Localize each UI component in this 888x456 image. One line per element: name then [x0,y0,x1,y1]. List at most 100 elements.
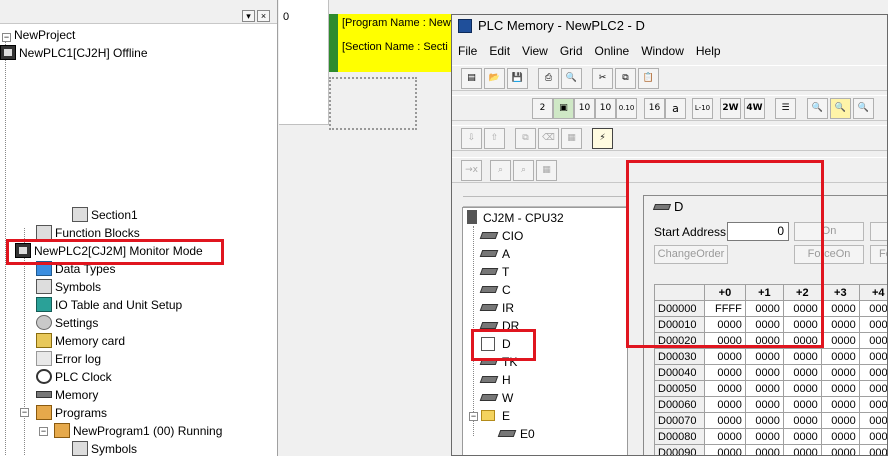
area-a[interactable]: A [479,245,510,263]
format-binary-dec-button[interactable]: ▣ [553,98,574,119]
force-off-button[interactable]: Fo [870,245,887,264]
value-cell[interactable]: 0000 [858,316,887,333]
value-cell[interactable]: 0000 [782,396,822,413]
print-icon[interactable]: ⎙ [538,68,559,89]
list-icon[interactable]: ☰ [775,98,796,119]
format-text-button[interactable]: a [665,98,686,119]
format-4word-button[interactable]: 4W [744,98,765,119]
value-cell[interactable]: 0000 [704,348,746,365]
zoom-out-icon[interactable]: 🔍 [807,98,828,119]
value-cell[interactable]: 0000 [858,396,887,413]
collapse-toggle[interactable]: − [2,33,11,42]
address-search-icon[interactable]: ⌕ [490,160,511,181]
value-cell[interactable]: 0000 [820,396,860,413]
cut-icon[interactable]: ✂ [592,68,613,89]
compare-icon[interactable]: ⧉ [515,128,536,149]
empty-cursor-cell[interactable] [329,77,417,130]
value-cell[interactable]: 0000 [820,300,860,317]
address-search2-icon[interactable]: ⌕ [513,160,534,181]
value-cell[interactable]: 0000 [744,380,784,397]
find-icon[interactable]: 🔍 [830,98,851,119]
tree-item-program-symbols[interactable]: Symbols [72,440,137,456]
transfer-from-icon[interactable]: ⇩ [461,128,482,149]
value-cell[interactable]: 0000 [858,412,887,429]
fill-icon[interactable]: ▦ [561,128,582,149]
off-button[interactable] [870,222,887,241]
area-c[interactable]: C [479,281,511,299]
value-cell[interactable]: 0000 [858,300,887,317]
area-ir[interactable]: IR [479,299,514,317]
menu-help[interactable]: Help [690,41,727,61]
area-w[interactable]: W [479,389,513,407]
value-cell[interactable]: 0000 [782,348,822,365]
format-bcd-button[interactable]: L-10 [692,98,713,119]
collapse-toggle[interactable]: − [39,427,48,436]
value-cell[interactable]: 0000 [704,396,746,413]
tree-item-symbols[interactable]: Symbols [36,278,101,296]
tree-item-plc-clock[interactable]: PLC Clock [36,368,112,386]
area-cio[interactable]: CIO [479,227,523,245]
value-cell[interactable]: 0000 [858,332,887,349]
value-cell[interactable]: 0000 [704,444,746,455]
value-cell[interactable]: 0000 [858,428,887,445]
value-cell[interactable]: 0000 [858,444,887,455]
format-signed-decimal-button[interactable]: 10 [595,98,616,119]
menu-file[interactable]: File [452,41,483,61]
paste-icon[interactable]: 📋 [638,68,659,89]
grid-view-icon[interactable]: ▦ [536,160,557,181]
format-float-button[interactable]: 0.10 [616,98,637,119]
tree-item-io-table[interactable]: IO Table and Unit Setup [36,296,182,314]
value-cell[interactable]: 0000 [744,428,784,445]
menu-view[interactable]: View [516,41,554,61]
pin-button[interactable]: ▾ [242,10,255,22]
value-cell[interactable]: 0000 [744,444,784,455]
tree-item-memory[interactable]: Memory [36,386,98,404]
area-e0[interactable]: E0 [497,425,535,443]
area-e[interactable]: E [481,407,510,425]
value-cell[interactable]: 0000 [820,428,860,445]
value-cell[interactable]: 0000 [820,412,860,429]
tree-item-settings[interactable]: Settings [36,314,98,332]
area-t[interactable]: T [479,263,509,281]
value-cell[interactable]: 0000 [744,364,784,381]
tree-item-programs[interactable]: Programs [36,404,107,422]
save-icon[interactable]: 💾 [507,68,528,89]
value-cell[interactable]: 0000 [744,396,784,413]
value-cell[interactable]: 0000 [704,428,746,445]
window-title-bar[interactable]: PLC Memory - NewPLC2 - D [452,15,887,37]
transfer-to-icon[interactable]: ⇧ [484,128,505,149]
tree-item-newprogram1[interactable]: NewProgram1 (00) Running [54,422,222,440]
tree-cpu-root[interactable]: CJ2M - CPU32 [467,209,564,227]
format-hex-button[interactable]: 16 [644,98,665,119]
value-cell[interactable]: 0000 [820,348,860,365]
tree-item-newplc1[interactable]: NewPLC1[CJ2H] Offline [0,44,148,62]
zoom-in-icon[interactable]: 🔍 [853,98,874,119]
value-cell[interactable]: 0000 [782,380,822,397]
tree-item-section1[interactable]: Section1 [72,206,138,224]
collapse-toggle[interactable]: − [20,408,29,417]
open-icon[interactable]: 📂 [484,68,505,89]
menu-edit[interactable]: Edit [483,41,516,61]
value-cell[interactable]: 0000 [820,316,860,333]
value-cell[interactable]: 0000 [858,364,887,381]
set-value-icon[interactable]: →x [461,160,482,181]
format-2word-button[interactable]: 2W [720,98,741,119]
tree-item-error-log[interactable]: Error log [36,350,101,368]
value-cell[interactable]: 0000 [704,412,746,429]
value-cell[interactable]: 0000 [704,364,746,381]
workspace-icon[interactable]: ▤ [461,68,482,89]
value-cell[interactable]: 0000 [744,412,784,429]
tree-item-newproject[interactable]: − NewProject [2,26,75,44]
value-cell[interactable]: 0000 [782,444,822,455]
value-cell[interactable]: 0000 [820,444,860,455]
format-decimal-button[interactable]: 10 [574,98,595,119]
copy-icon[interactable]: ⧉ [615,68,636,89]
monitor-icon[interactable]: ⚡ [592,128,613,149]
value-cell[interactable]: 0000 [820,380,860,397]
close-panel-button[interactable]: × [257,10,270,22]
print-preview-icon[interactable]: 🔍 [561,68,582,89]
value-cell[interactable]: 0000 [820,364,860,381]
tree-item-memory-card[interactable]: Memory card [36,332,125,350]
menu-online[interactable]: Online [589,41,636,61]
value-cell[interactable]: 0000 [782,364,822,381]
